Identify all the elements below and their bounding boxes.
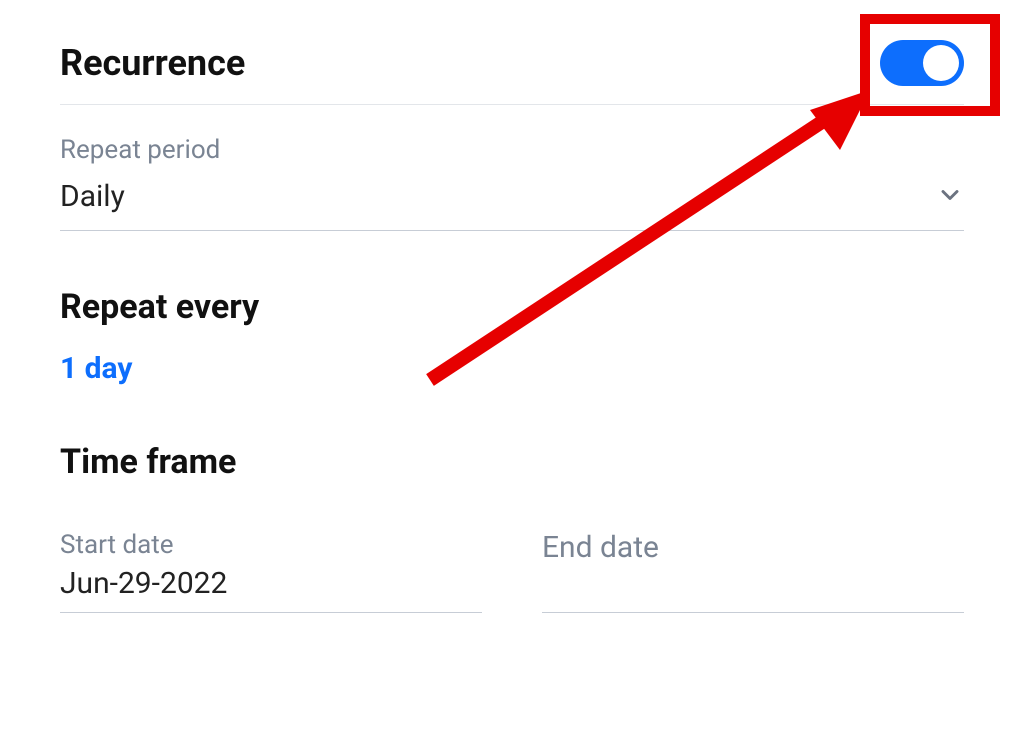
start-date-label: Start date	[60, 530, 482, 560]
repeat-period-label: Repeat period	[60, 135, 964, 165]
repeat-every-value[interactable]: 1 day	[60, 351, 133, 386]
recurrence-header: Recurrence	[60, 40, 964, 105]
start-date-field[interactable]: Start date Jun-29-2022	[60, 530, 482, 613]
repeat-period-field: Repeat period Daily	[60, 135, 964, 231]
toggle-knob	[923, 45, 959, 81]
repeat-period-dropdown[interactable]: Daily	[60, 171, 964, 231]
end-date-field[interactable]: End date	[542, 530, 964, 613]
recurrence-toggle[interactable]	[880, 40, 964, 86]
time-frame-row: Start date Jun-29-2022 End date	[60, 530, 964, 613]
recurrence-title: Recurrence	[60, 42, 245, 84]
end-date-value	[542, 565, 964, 601]
end-date-label: End date	[542, 530, 964, 565]
chevron-down-icon	[936, 181, 964, 213]
start-date-value: Jun-29-2022	[60, 566, 482, 602]
time-frame-title: Time frame	[60, 442, 964, 482]
repeat-period-value: Daily	[60, 179, 125, 214]
repeat-every-title: Repeat every	[60, 287, 964, 327]
